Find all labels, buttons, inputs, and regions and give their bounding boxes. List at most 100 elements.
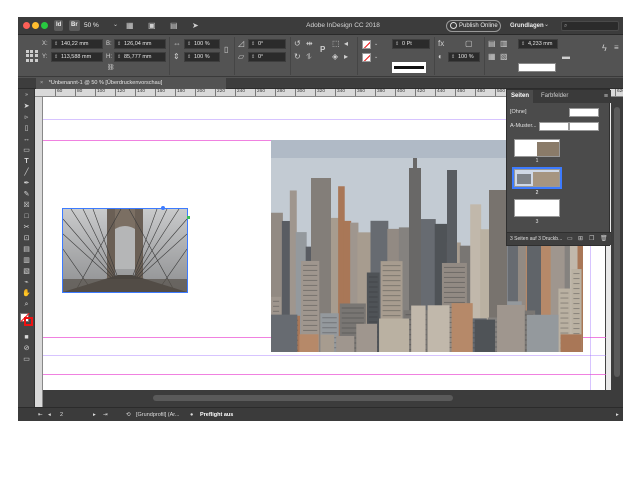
- rotate-cw-icon[interactable]: ↻: [294, 52, 301, 62]
- apply-none-icon[interactable]: ⊘: [21, 344, 32, 353]
- horizontal-scroll-thumb[interactable]: [153, 395, 453, 401]
- screen-mode-icon[interactable]: ▣: [148, 20, 156, 31]
- object-style-selector[interactable]: [518, 63, 556, 72]
- reference-point-selector[interactable]: [26, 50, 38, 62]
- tab-swatches[interactable]: Farbfelder: [537, 90, 572, 103]
- vertical-scroll-thumb[interactable]: [614, 107, 620, 377]
- control-panel-menu-icon[interactable]: ≡: [614, 43, 619, 53]
- vertical-scrollbar[interactable]: [611, 97, 623, 407]
- status-arrow-icon[interactable]: ▸: [616, 409, 619, 421]
- select-container-icon[interactable]: ⬚: [332, 39, 340, 49]
- rotation-field[interactable]: ⇕ 0°: [248, 39, 286, 49]
- x-position-field[interactable]: ⇕ 140,22 mm: [51, 39, 103, 49]
- pen-tool-icon[interactable]: ✒: [21, 179, 32, 188]
- tab-pages[interactable]: Seiten: [507, 90, 534, 103]
- fill-swatch[interactable]: [362, 40, 371, 49]
- zoom-tool-icon[interactable]: ⌕: [21, 300, 32, 309]
- search-input[interactable]: ⌕: [561, 21, 619, 31]
- tools-collapse-icon[interactable]: »: [21, 91, 32, 100]
- gradient-tool-icon[interactable]: ▤: [21, 245, 32, 254]
- publish-online-button[interactable]: Publish Online: [446, 20, 501, 32]
- shear-field[interactable]: ⇕ 0°: [248, 52, 286, 62]
- scale-y-field[interactable]: ⇕ 100 %: [184, 52, 220, 62]
- send-icon[interactable]: ➤: [192, 20, 199, 31]
- horizontal-scrollbar[interactable]: [43, 390, 611, 407]
- a-master-row[interactable]: A-Muster...: [507, 120, 611, 133]
- first-page-icon[interactable]: ⇤: [38, 409, 43, 421]
- none-master-row[interactable]: [Ohne]: [507, 106, 611, 119]
- scale-x-field[interactable]: ⇕ 100 %: [184, 39, 220, 49]
- zoom-window-button[interactable]: [41, 22, 48, 29]
- link-scale-icon[interactable]: ▯: [224, 45, 228, 55]
- width-field[interactable]: ⇕ 126,04 mm: [114, 39, 166, 49]
- page-size-icon[interactable]: ▭: [567, 233, 573, 246]
- workspace-switcher[interactable]: Grundlagen: [510, 20, 544, 32]
- close-window-button[interactable]: [23, 22, 30, 29]
- arrange-documents-icon[interactable]: ▤: [170, 20, 178, 31]
- align-icon[interactable]: ▬: [562, 52, 570, 62]
- type-tool-icon[interactable]: T: [21, 157, 32, 166]
- rotate-ccw-icon[interactable]: ↺: [294, 39, 301, 49]
- fill-stroke-selector[interactable]: [20, 313, 33, 326]
- select-content-icon[interactable]: ◈: [332, 52, 338, 62]
- stroke-dropdown-icon[interactable]: ⌄: [374, 52, 378, 62]
- stroke-swatch[interactable]: [362, 53, 371, 62]
- page-tool-icon[interactable]: ▯: [21, 124, 32, 133]
- eyedropper-tool-icon[interactable]: ⌁: [21, 278, 32, 287]
- note-tool-icon[interactable]: ▧: [21, 267, 32, 276]
- minimize-window-button[interactable]: [32, 22, 39, 29]
- gradient-feather-tool-icon[interactable]: ▥: [21, 256, 32, 265]
- pencil-tool-icon[interactable]: ✎: [21, 190, 32, 199]
- select-next-icon[interactable]: ▸: [344, 52, 348, 62]
- last-page-icon[interactable]: ⇥: [103, 409, 108, 421]
- preflight-label[interactable]: Preflight aus: [200, 409, 233, 421]
- rectangle-tool-icon[interactable]: □: [21, 212, 32, 221]
- constrain-proportions-icon[interactable]: ⛓: [107, 63, 115, 73]
- new-page-icon[interactable]: ⊞: [578, 233, 583, 246]
- select-previous-icon[interactable]: ◂: [344, 39, 348, 49]
- text-wrap-bbox-icon[interactable]: ▥: [500, 39, 508, 49]
- opacity-field[interactable]: ⇕ 100 %: [448, 52, 480, 62]
- hand-tool-icon[interactable]: ✋: [21, 289, 32, 298]
- page-thumb-3[interactable]: [514, 199, 560, 217]
- selection-tool-icon[interactable]: ➤: [21, 102, 32, 111]
- vertical-ruler[interactable]: [35, 97, 43, 407]
- stroke-weight-field[interactable]: ⇕ 0 Pt: [392, 39, 430, 49]
- content-collector-icon[interactable]: ▭: [21, 146, 32, 155]
- fill-dropdown-icon[interactable]: ⌄: [374, 39, 378, 49]
- flip-vertical-icon[interactable]: ⥮: [306, 52, 312, 62]
- scissors-tool-icon[interactable]: ✂: [21, 223, 32, 232]
- y-position-field[interactable]: ⇕ 113,588 mm: [51, 52, 103, 62]
- height-field[interactable]: ⇕ 85,777 mm: [114, 52, 166, 62]
- panel-menu-icon[interactable]: ≡: [604, 93, 608, 100]
- close-tab-icon[interactable]: ×: [40, 80, 43, 86]
- next-page-icon[interactable]: ▸: [93, 409, 96, 421]
- flip-horizontal-icon[interactable]: ⇹: [306, 39, 313, 49]
- page-thumb-2[interactable]: [514, 169, 560, 187]
- effects-fx-icon[interactable]: fx: [438, 39, 444, 49]
- drop-shadow-icon[interactable]: ▢: [465, 39, 473, 49]
- direct-selection-tool-icon[interactable]: ▹: [21, 113, 32, 122]
- free-transform-tool-icon[interactable]: ⊡: [21, 234, 32, 243]
- text-wrap-none-icon[interactable]: ▤: [488, 39, 496, 49]
- delete-page-icon[interactable]: 🗑: [600, 233, 608, 246]
- corner-options-handle[interactable]: [187, 216, 190, 219]
- apply-color-icon[interactable]: ■: [21, 333, 32, 342]
- content-grabber-handle[interactable]: [161, 206, 165, 210]
- bridge-icon[interactable]: Br: [69, 20, 80, 31]
- selection-frame[interactable]: [62, 208, 188, 293]
- gap-tool-icon[interactable]: ↔: [21, 135, 32, 144]
- page-number-field[interactable]: 2: [60, 409, 63, 421]
- page-thumb-1[interactable]: [514, 139, 560, 157]
- text-wrap-shape-icon[interactable]: ▦: [488, 52, 496, 62]
- screen-mode-tool-icon[interactable]: ▭: [21, 355, 32, 364]
- line-tool-icon[interactable]: ╱: [21, 168, 32, 177]
- base-profile-label[interactable]: [Grundprofil] (Ar...: [136, 409, 179, 421]
- lightning-icon[interactable]: ϟ: [602, 43, 607, 53]
- zoom-dropdown-icon[interactable]: ⌄: [113, 20, 118, 31]
- document-tab[interactable]: × *Unbenannt-1 @ 50 % [Überdruckenvorsch…: [36, 78, 226, 89]
- rectangle-frame-tool-icon[interactable]: ☒: [21, 201, 32, 210]
- stroke-red-icon[interactable]: [24, 317, 33, 326]
- view-options-icon[interactable]: ▦: [126, 20, 134, 31]
- stroke-type-selector[interactable]: [392, 62, 426, 73]
